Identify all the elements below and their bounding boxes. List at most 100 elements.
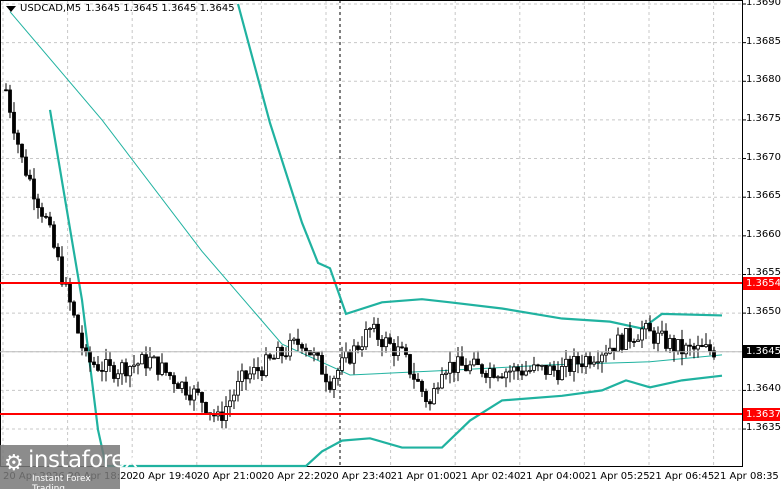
candle-body <box>296 338 300 345</box>
candle-body <box>560 366 564 381</box>
candle-body <box>664 330 668 349</box>
candle-body <box>116 373 120 379</box>
candle-body <box>564 358 568 367</box>
candle-body <box>376 323 380 340</box>
candle-body <box>32 178 36 200</box>
candle-body <box>20 143 24 158</box>
candle-body <box>672 338 676 352</box>
candle-body <box>24 156 28 176</box>
candle-body <box>452 361 456 373</box>
candle-body <box>272 357 276 360</box>
candle-body <box>396 346 400 356</box>
time-tick-label: 21 Apr 01:00 <box>390 471 456 482</box>
dropdown-triangle-icon[interactable] <box>6 5 16 12</box>
candle-body <box>88 351 92 363</box>
resistance-level-tag: 1.3654 <box>743 277 781 290</box>
candle-body <box>520 370 524 376</box>
candle-body <box>608 347 612 354</box>
candle-body <box>400 346 404 349</box>
candle-body <box>576 356 580 365</box>
candle-body <box>268 354 272 359</box>
candle-body <box>72 301 76 316</box>
candle-body <box>628 328 632 342</box>
candle-body <box>132 364 136 367</box>
candle-body <box>196 388 200 393</box>
candle-body <box>592 361 596 365</box>
candle-body <box>104 359 108 372</box>
candle-body <box>480 364 484 374</box>
candle-body <box>332 377 336 390</box>
candle-body <box>384 337 388 348</box>
candle-body <box>492 368 496 378</box>
candle-body <box>696 344 700 350</box>
candle-body <box>184 381 188 396</box>
candle-body <box>488 368 492 378</box>
candle-body <box>60 256 64 285</box>
candle-body <box>80 332 84 349</box>
candle-body <box>136 363 140 366</box>
candle-body <box>304 347 308 352</box>
time-tick-label: 20 Apr 19:40 <box>132 471 198 482</box>
candle-body <box>432 388 436 405</box>
candle-body <box>500 376 504 379</box>
candle-body <box>168 372 172 377</box>
candle-body <box>228 400 232 408</box>
candle-body <box>16 132 20 145</box>
price-tick-label: 1.3680 <box>746 74 781 86</box>
candle-body <box>352 345 356 364</box>
candle-body <box>648 323 652 332</box>
candle-body <box>656 332 660 344</box>
candle-body <box>388 337 392 344</box>
candle-body <box>344 351 348 359</box>
candle-body <box>412 373 416 380</box>
moving-average-line <box>9 11 723 376</box>
candle-body <box>372 323 376 329</box>
candle-body <box>76 314 80 334</box>
candle-body <box>512 366 516 372</box>
candle-body <box>256 367 260 372</box>
candle-body <box>128 366 132 377</box>
candle-body <box>328 381 332 390</box>
candle-body <box>348 351 352 364</box>
candle-body <box>516 366 520 372</box>
candle-body <box>688 344 692 347</box>
candle-body <box>188 394 192 401</box>
candle-body <box>244 370 248 380</box>
candle-body <box>56 246 60 258</box>
candle-body <box>464 364 468 372</box>
price-tick-label: 1.3635 <box>746 422 781 434</box>
candle-body <box>580 363 584 368</box>
candle-body <box>416 378 420 382</box>
candle-body <box>552 365 556 371</box>
candle-body <box>528 369 532 372</box>
price-tick-label: 1.3670 <box>746 151 781 163</box>
candle-body <box>476 358 480 366</box>
candle-body <box>48 216 52 226</box>
candle-body <box>436 387 440 390</box>
candle-body <box>264 354 268 377</box>
candle-body <box>588 356 592 365</box>
plot-border <box>0 0 743 467</box>
brand-name: instaforex <box>28 447 138 473</box>
candle-body <box>192 388 196 401</box>
candle-body <box>568 358 572 372</box>
candle-body <box>156 356 160 375</box>
time-tick-label: 20 Apr 23:40 <box>326 471 392 482</box>
candle-body <box>124 362 128 377</box>
candle-body <box>120 362 124 375</box>
candle-body <box>668 338 672 349</box>
price-chart[interactable] <box>0 0 781 489</box>
candle-body <box>284 355 288 358</box>
time-tick-label: 21 Apr 06:45 <box>649 471 715 482</box>
candle-body <box>448 361 452 374</box>
candle-body <box>336 370 340 379</box>
candle-body <box>248 373 252 380</box>
candle-body <box>700 344 704 348</box>
candle-body <box>536 364 540 367</box>
candle-body <box>504 371 508 379</box>
candle-body <box>572 356 576 372</box>
candle-body <box>676 339 680 352</box>
candle-body <box>624 328 628 350</box>
candle-body <box>556 369 560 381</box>
candle-body <box>484 373 488 378</box>
